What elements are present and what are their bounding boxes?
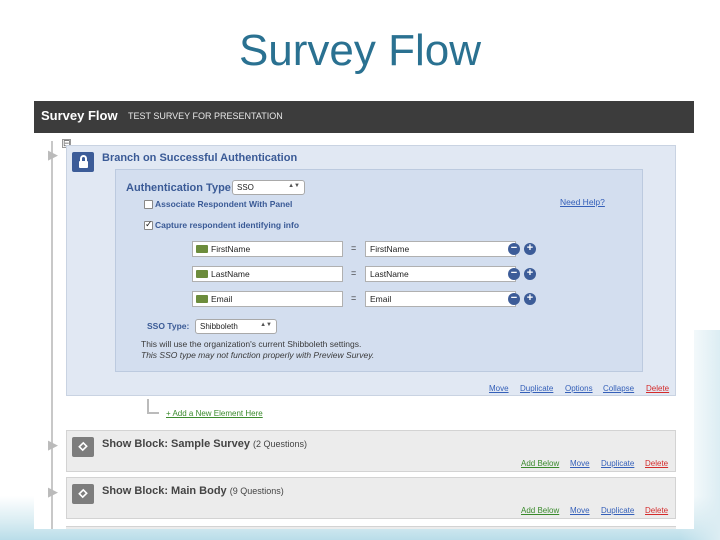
mapping-target-value: Email [370,294,392,304]
next-block-edge [66,526,676,529]
branch-move-link[interactable]: Move [489,384,509,393]
lock-icon [72,152,94,172]
sso-type-value: Shibboleth [200,322,238,331]
branch-collapse-link[interactable]: Collapse [603,384,634,393]
embedded-data-icon [196,245,208,253]
block-title-text: Show Block: Main Body [102,485,227,497]
block-title-text: Show Block: Sample Survey [102,438,250,450]
authentication-type-select[interactable]: SSO ▲▼ [232,180,305,195]
block-duplicate-link[interactable]: Duplicate [601,459,634,468]
block-question-count: (9 Questions) [229,486,284,496]
associate-panel-label: Associate Respondent With Panel [155,199,293,209]
add-element-connector [147,412,159,414]
flow-arrow-icon: ▶ [48,484,58,499]
equals-sign: = [351,243,357,253]
mapping-source-value: LastName [211,269,250,279]
mapping-source-field[interactable]: FirstName [192,241,343,257]
select-caret-icon: ▲▼ [260,322,272,328]
survey-flow-window: Survey Flow TEST SURVEY FOR PRESENTATION… [34,101,694,529]
block-title: Show Block: Sample Survey (2 Questions) [102,438,307,450]
flow-connector-line [51,141,53,529]
block-duplicate-link[interactable]: Duplicate [601,506,634,515]
equals-sign: = [351,293,357,303]
need-help-link[interactable]: Need Help? [560,197,605,207]
mapping-target-field[interactable]: LastName [365,266,516,282]
block-delete-link[interactable]: Delete [645,506,668,515]
survey-name: TEST SURVEY FOR PRESENTATION [128,111,283,121]
select-caret-icon: ▲▼ [288,183,300,189]
mapping-target-field[interactable]: Email [365,291,516,307]
mapping-source-field[interactable]: LastName [192,266,343,282]
add-mapping-icon[interactable]: + [524,293,536,305]
mapping-source-value: FirstName [211,244,251,254]
branch-delete-link[interactable]: Delete [646,384,669,393]
sso-type-select[interactable]: Shibboleth ▲▼ [195,319,277,334]
app-header: Survey Flow TEST SURVEY FOR PRESENTATION [34,101,694,133]
capture-info-checkbox[interactable] [144,219,153,230]
add-new-element-link[interactable]: + Add a New Element Here [166,409,263,418]
mapping-target-value: FirstName [370,244,410,254]
mapping-target-value: LastName [370,269,409,279]
add-mapping-icon[interactable]: + [524,268,536,280]
sso-type-label: SSO Type: [147,321,190,331]
authentication-type-label: Authentication Type: [126,182,235,194]
mapping-source-field[interactable]: Email [192,291,343,307]
remove-mapping-icon[interactable]: − [508,293,520,305]
flow-arrow-icon: ▶ [48,147,58,162]
block-move-link[interactable]: Move [570,506,590,515]
block-delete-link[interactable]: Delete [645,459,668,468]
add-element-connector [147,399,149,413]
branch-options-link[interactable]: Options [565,384,593,393]
remove-mapping-icon[interactable]: − [508,268,520,280]
add-mapping-icon[interactable]: + [524,243,536,255]
capture-info-label: Capture respondent identifying info [155,220,300,230]
branch-title: Branch on Successful Authentication [102,152,298,164]
embedded-data-icon [196,295,208,303]
branch-duplicate-link[interactable]: Duplicate [520,384,553,393]
add-below-link[interactable]: Add Below [521,506,559,515]
mapping-target-field[interactable]: FirstName [365,241,516,257]
authentication-type-value: SSO [237,183,254,192]
mapping-source-value: Email [211,294,233,304]
associate-panel-checkbox[interactable] [144,200,153,209]
app-title: Survey Flow [41,108,118,123]
block-icon [72,484,94,504]
remove-mapping-icon[interactable]: − [508,243,520,255]
block-question-count: (2 Questions) [253,439,308,449]
add-below-link[interactable]: Add Below [521,459,559,468]
block-title: Show Block: Main Body (9 Questions) [102,485,284,497]
sso-note: This will use the organization's current… [141,339,362,349]
flow-arrow-icon: ▶ [48,437,58,452]
block-icon [72,437,94,457]
sso-warning: This SSO type may not function properly … [141,350,375,360]
block-move-link[interactable]: Move [570,459,590,468]
embedded-data-icon [196,270,208,278]
equals-sign: = [351,268,357,278]
slide-title: Survey Flow [238,26,482,75]
